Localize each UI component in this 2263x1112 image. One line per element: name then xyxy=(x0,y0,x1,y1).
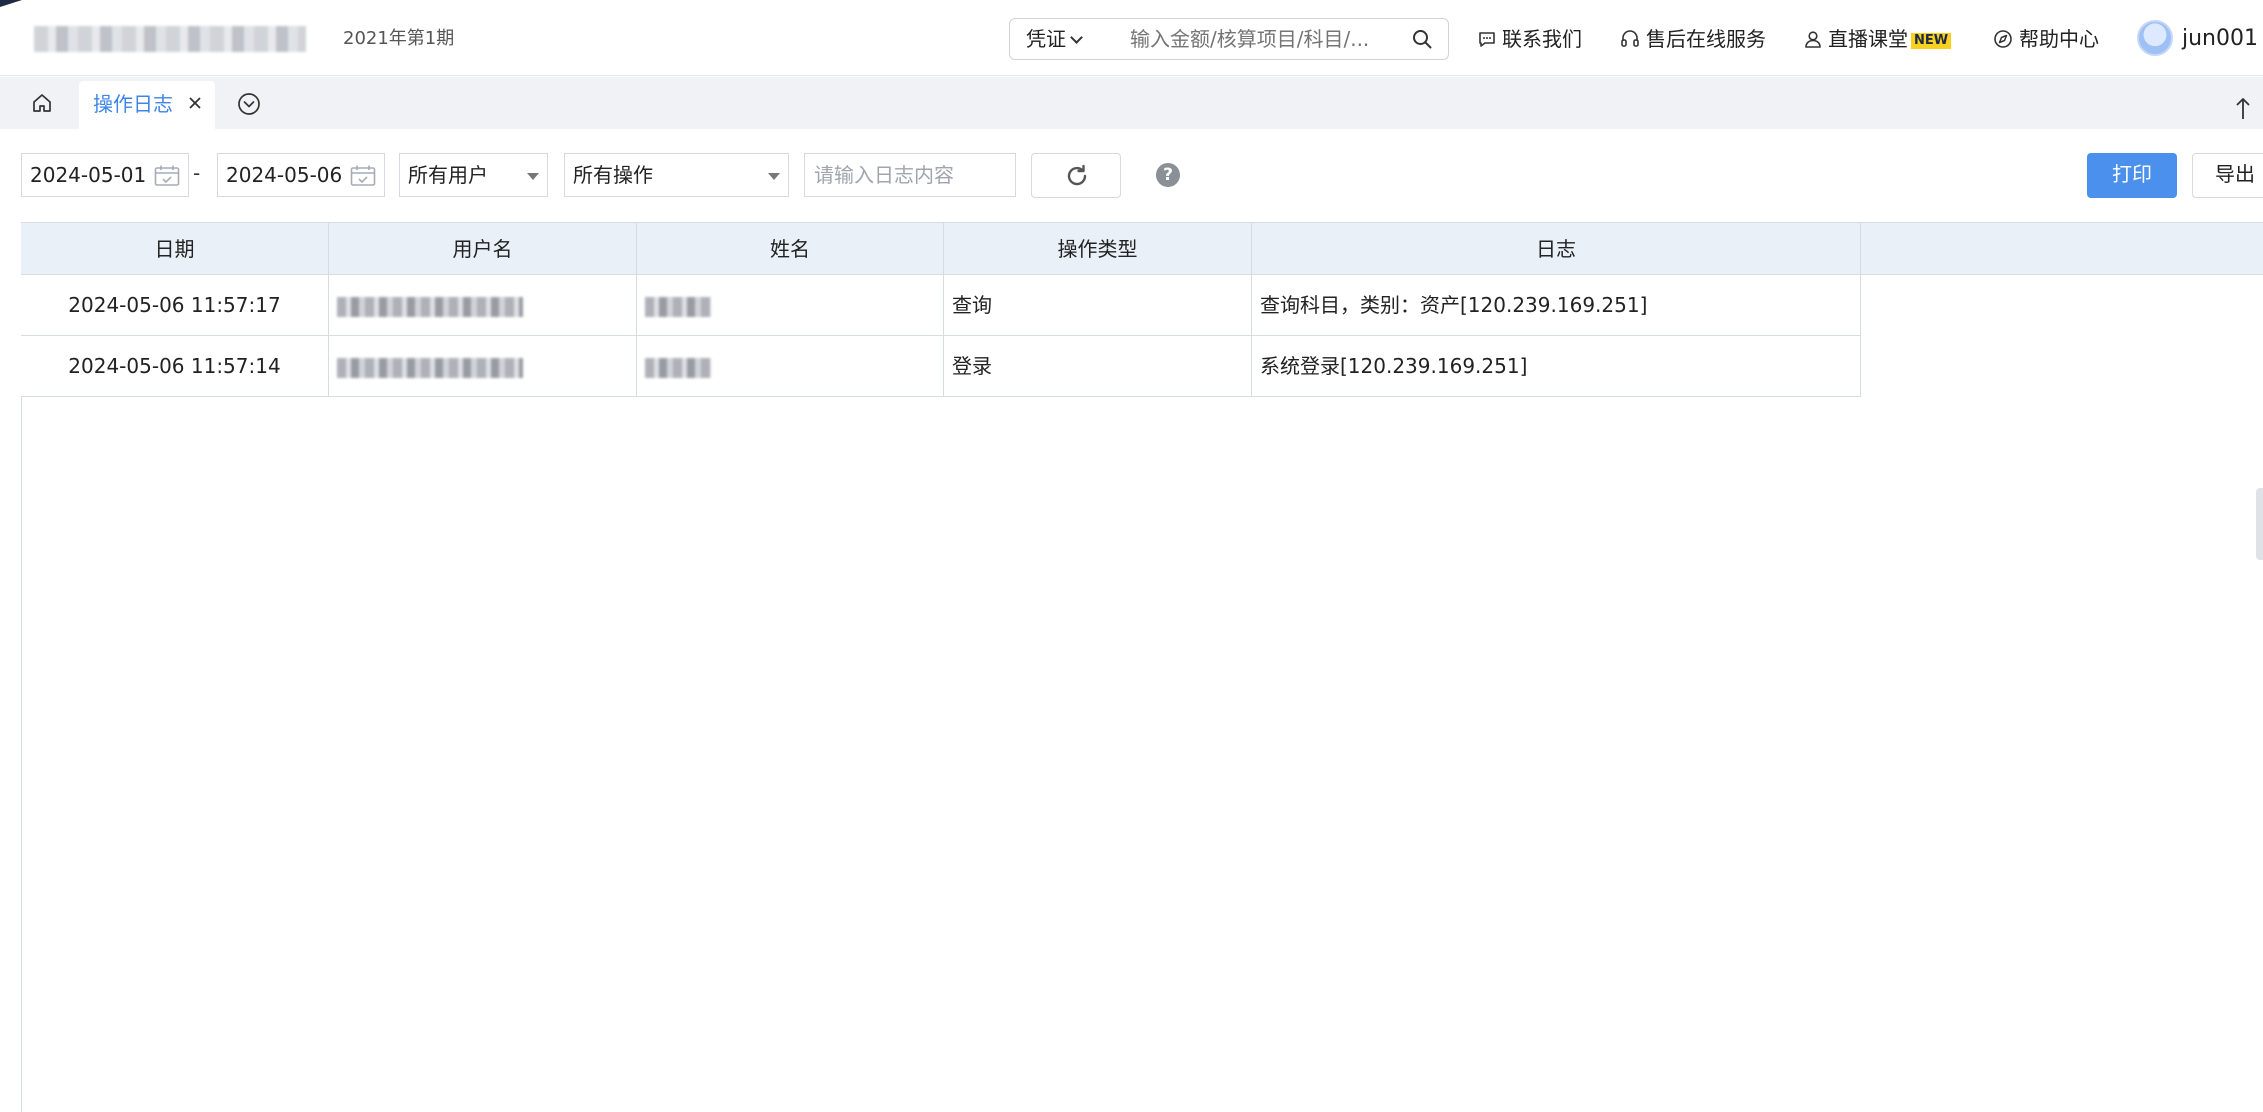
table-row[interactable]: 2024-05-06 11:57:17 查询 查询科目，类别：资产[120.23… xyxy=(21,275,1861,336)
search-input[interactable] xyxy=(1130,19,1400,59)
live-class-link[interactable]: 直播课堂 NEW xyxy=(1804,22,1952,56)
company-name-redacted xyxy=(34,26,306,52)
column-header-username[interactable]: 用户名 xyxy=(329,223,637,275)
cell-name-redacted xyxy=(637,336,944,396)
search-icon[interactable] xyxy=(1412,29,1432,49)
tab-operation-log-label: 操作日志 xyxy=(93,92,173,116)
column-header-name[interactable]: 姓名 xyxy=(637,223,944,275)
cell-date: 2024-05-06 11:57:14 xyxy=(21,336,329,396)
end-date-picker[interactable]: 2024-05-06 xyxy=(217,153,385,197)
global-search: 凭证 xyxy=(1009,18,1449,60)
table-row[interactable]: 2024-05-06 11:57:14 登录 系统登录[120.239.169.… xyxy=(21,336,1861,397)
column-header-log[interactable]: 日志 xyxy=(1252,223,1861,275)
caret-down-icon xyxy=(527,173,539,180)
search-type-label: 凭证 xyxy=(1026,27,1066,51)
arrow-up-icon[interactable] xyxy=(2233,95,2253,121)
top-header: 2021年第1期 凭证 联系我们 售后在线服务 直播课堂NEW xyxy=(0,0,2263,76)
close-icon[interactable] xyxy=(187,95,203,111)
end-date-value: 2024-05-06 xyxy=(226,163,343,187)
help-center-link[interactable]: 帮助中心 xyxy=(1993,22,2099,56)
cell-username-redacted xyxy=(329,275,637,335)
caret-down-icon xyxy=(768,173,780,180)
cell-username-redacted xyxy=(329,336,637,396)
start-date-value: 2024-05-01 xyxy=(30,163,147,187)
refresh-button[interactable] xyxy=(1031,153,1121,198)
help-icon[interactable]: ? xyxy=(1156,163,1180,187)
window-corner xyxy=(0,0,22,7)
tab-menu-icon[interactable] xyxy=(236,91,262,117)
column-header-operation-type[interactable]: 操作类型 xyxy=(944,223,1252,275)
side-scroll-handle[interactable] xyxy=(2256,488,2263,560)
search-type-dropdown[interactable]: 凭证 xyxy=(1026,19,1083,59)
cell-operation-type: 登录 xyxy=(944,336,1252,396)
user-avatar[interactable] xyxy=(2137,20,2173,56)
calendar-icon xyxy=(350,165,376,186)
tab-home[interactable] xyxy=(16,83,68,123)
accounting-period[interactable]: 2021年第1期 xyxy=(343,26,454,52)
cell-name-redacted xyxy=(637,275,944,335)
person-icon xyxy=(1805,30,1821,48)
cell-log: 系统登录[120.239.169.251] xyxy=(1252,336,1861,396)
user-select[interactable]: 所有用户 xyxy=(399,153,548,197)
new-badge: NEW xyxy=(1911,33,1952,49)
home-icon xyxy=(33,94,51,112)
operation-select-value: 所有操作 xyxy=(573,163,653,187)
contact-us-label: 联系我们 xyxy=(1502,27,1582,51)
chevron-down-icon xyxy=(1070,31,1083,44)
log-content-input[interactable] xyxy=(804,153,1016,197)
print-button[interactable]: 打印 xyxy=(2087,153,2177,198)
table-header: 日期 用户名 姓名 操作类型 日志 xyxy=(21,222,2263,275)
cell-log: 查询科目，类别：资产[120.239.169.251] xyxy=(1252,275,1861,335)
export-button[interactable]: 导出 xyxy=(2192,153,2263,198)
operation-select[interactable]: 所有操作 xyxy=(564,153,789,197)
contact-us-link[interactable]: 联系我们 xyxy=(1478,22,1582,56)
date-range-separator: - xyxy=(193,161,201,185)
tab-operation-log[interactable]: 操作日志 xyxy=(79,81,215,129)
after-sales-service-label: 售后在线服务 xyxy=(1646,27,1766,51)
start-date-picker[interactable]: 2024-05-01 xyxy=(21,153,189,197)
live-class-label: 直播课堂 xyxy=(1828,27,1908,51)
compass-icon xyxy=(1994,29,2012,48)
column-header-date[interactable]: 日期 xyxy=(21,223,329,275)
refresh-icon xyxy=(1067,164,1087,186)
help-center-label: 帮助中心 xyxy=(2019,27,2099,51)
tab-bar: 操作日志 xyxy=(0,77,2263,129)
calendar-icon xyxy=(154,165,180,186)
user-select-value: 所有用户 xyxy=(408,163,488,187)
cell-date: 2024-05-06 11:57:17 xyxy=(21,275,329,335)
cell-operation-type: 查询 xyxy=(944,275,1252,335)
headset-icon xyxy=(1621,29,1639,47)
message-icon xyxy=(1479,31,1495,47)
user-name[interactable]: jun001 xyxy=(2182,22,2258,56)
after-sales-service-link[interactable]: 售后在线服务 xyxy=(1620,22,1766,56)
